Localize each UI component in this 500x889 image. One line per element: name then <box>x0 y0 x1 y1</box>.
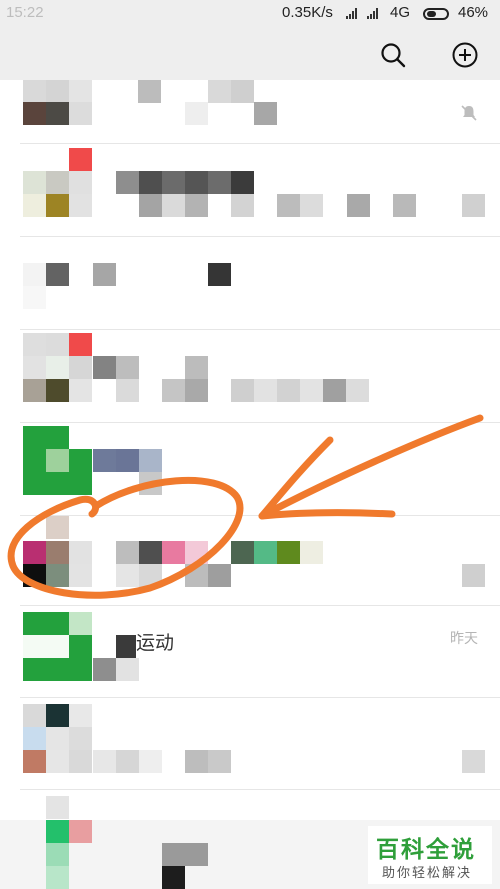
search-icon[interactable] <box>380 42 406 68</box>
chat-item[interactable] <box>0 790 500 820</box>
app-header <box>0 28 500 80</box>
mute-bell-icon <box>461 105 477 121</box>
signal-icon <box>367 8 381 19</box>
watermark-title: 百科全说 <box>376 836 476 862</box>
chat-item[interactable] <box>0 144 500 237</box>
signal-icon <box>346 8 360 19</box>
watermark-bar: 百科全说 助你轻松解决 <box>0 820 500 889</box>
chat-item[interactable] <box>0 698 500 790</box>
watermark-subtitle: 助你轻松解决 <box>382 865 473 880</box>
battery-icon <box>423 8 449 20</box>
chat-item[interactable] <box>0 237 500 330</box>
chat-item[interactable]: 运动 昨天 <box>0 606 500 698</box>
network-type: 4G <box>390 4 411 21</box>
network-speed: 0.35K/s <box>282 4 333 21</box>
battery-percent: 46% <box>458 4 489 21</box>
chat-list: 运动 昨天 <box>0 80 500 820</box>
chat-name: 运动 <box>136 633 175 654</box>
watermark-logo: 百科全说 助你轻松解决 <box>368 826 492 884</box>
chat-item[interactable] <box>0 423 500 516</box>
plus-circle-icon[interactable] <box>452 42 478 68</box>
chat-item[interactable] <box>0 516 500 606</box>
chat-item[interactable] <box>0 330 500 423</box>
chat-item[interactable] <box>0 80 500 144</box>
chat-time: 昨天 <box>450 630 478 646</box>
status-time: 15:22 <box>6 4 44 21</box>
status-bar: 15:22 0.35K/s 4G 46% <box>0 0 500 28</box>
